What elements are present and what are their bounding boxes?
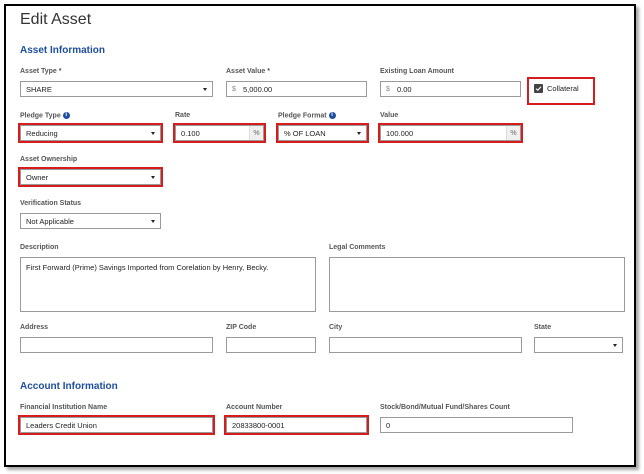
asset-value-label: Asset Value * [226, 68, 270, 75]
value-label: Value [380, 112, 399, 119]
legal-comments-textarea[interactable] [329, 257, 625, 312]
state-label: State [534, 324, 552, 331]
info-icon[interactable]: i [328, 112, 336, 119]
existing-loan-text: 0.00 [397, 84, 412, 94]
pledge-format-label-text: Pledge Format [278, 112, 327, 120]
pledge-format-label: Pledge Format i [278, 112, 336, 119]
checkmark-icon [534, 84, 543, 93]
pledge-type-highlight [18, 123, 163, 143]
shares-count-label: Stock/Bond/Mutual Fund/Shares Count [380, 404, 510, 411]
shares-count-value: 0 [386, 420, 391, 430]
institution-highlight [18, 415, 215, 435]
description-label: Description [20, 244, 59, 251]
pledge-format-highlight [276, 123, 369, 143]
asset-information-heading: Asset Information [20, 45, 106, 56]
verification-status-value: Not Applicable [26, 216, 74, 226]
dollar-prefix: $ [232, 85, 236, 93]
institution-label: Financial Institution Name [20, 404, 108, 411]
city-input[interactable] [329, 337, 522, 353]
info-icon[interactable]: i [62, 112, 70, 119]
asset-ownership-highlight [18, 167, 163, 187]
collateral-checkbox[interactable]: Collateral [534, 84, 579, 93]
edit-asset-window: Edit Asset Asset Information Asset Type … [4, 4, 636, 467]
chevron-down-icon [151, 219, 155, 223]
page-title: Edit Asset [20, 11, 92, 28]
dollar-prefix: $ [386, 85, 390, 93]
asset-type-select[interactable]: SHARE [20, 81, 213, 97]
pledge-type-label: Pledge Type i [20, 112, 70, 119]
asset-value-text: 5,000.00 [243, 84, 273, 94]
account-number-highlight [224, 415, 369, 435]
zip-label: ZIP Code [226, 324, 257, 331]
collateral-label: Collateral [547, 84, 579, 93]
rate-label: Rate [175, 112, 191, 119]
value-highlight [378, 123, 523, 143]
rate-highlight [173, 123, 266, 143]
chevron-down-icon [203, 87, 207, 91]
chevron-down-icon [613, 343, 617, 347]
asset-ownership-label: Asset Ownership [20, 156, 78, 163]
asset-value-input[interactable]: $ 5,000.00 [226, 81, 367, 97]
shares-count-input[interactable]: 0 [380, 417, 573, 433]
description-textarea[interactable]: First Forward (Prime) Savings Imported f… [20, 257, 316, 312]
asset-type-label: Asset Type * [20, 68, 62, 75]
address-input[interactable] [20, 337, 213, 353]
account-information-heading: Account Information [20, 381, 118, 392]
address-label: Address [20, 324, 49, 331]
verification-status-label: Verification Status [20, 200, 82, 207]
asset-type-value: SHARE [26, 84, 52, 94]
legal-comments-label: Legal Comments [329, 244, 386, 251]
verification-status-select[interactable]: Not Applicable [20, 213, 161, 229]
pledge-type-label-text: Pledge Type [20, 112, 61, 120]
zip-input[interactable] [226, 337, 316, 353]
existing-loan-input[interactable]: $ 0.00 [380, 81, 521, 97]
city-label: City [329, 324, 343, 331]
state-select[interactable] [534, 337, 623, 353]
account-number-label: Account Number [226, 404, 283, 411]
existing-loan-label: Existing Loan Amount [380, 68, 455, 75]
